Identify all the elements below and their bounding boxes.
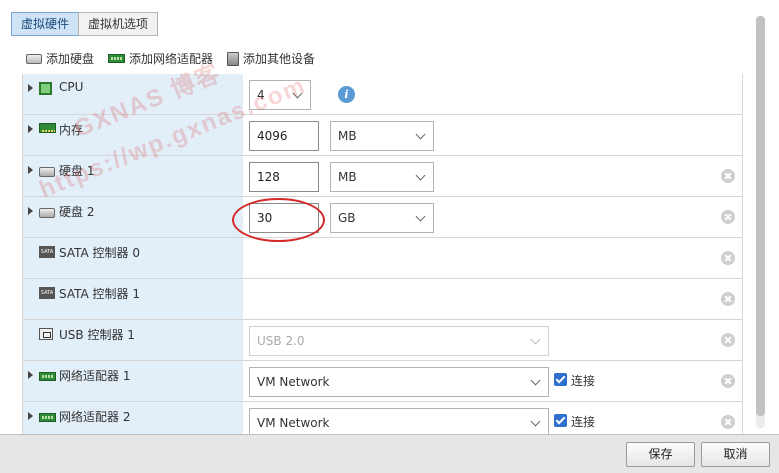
memory-label: 内存 xyxy=(59,123,84,137)
dialog-footer: 保存 取消 xyxy=(0,434,779,473)
remove-icon[interactable] xyxy=(721,251,735,265)
row-label-cell: 硬盘 1 xyxy=(23,156,243,196)
expand-arrow-icon[interactable] xyxy=(28,125,33,133)
disk-1-unit-value: MB xyxy=(338,170,357,184)
network-adapter-2-select[interactable]: VM Network xyxy=(249,408,549,434)
connect-label: 连接 xyxy=(571,415,596,429)
expand-arrow-icon[interactable] xyxy=(28,371,33,379)
chevron-down-icon xyxy=(530,334,541,345)
connect-checkbox[interactable] xyxy=(554,414,567,427)
disk-1-size-input[interactable]: 128 xyxy=(249,162,319,192)
row-label-cell: 内存 xyxy=(23,115,243,155)
chevron-down-icon xyxy=(530,416,541,427)
cpu-count-value: 4 xyxy=(257,88,265,102)
remove-icon[interactable] xyxy=(721,210,735,224)
cpu-icon xyxy=(39,82,52,95)
hardware-row-usb-1: USB 控制器 1 USB 2.0 xyxy=(23,320,742,361)
vertical-scrollbar[interactable] xyxy=(756,16,765,428)
row-label-cell: 网络适配器 1 xyxy=(23,361,243,401)
remove-icon[interactable] xyxy=(721,333,735,347)
network-adapter-2-label: 网络适配器 2 xyxy=(59,410,131,424)
row-label-cell: SATA SATA 控制器 0 xyxy=(23,238,243,278)
tab-virtual-hardware[interactable]: 虚拟硬件 xyxy=(11,12,80,36)
disk-1-label: 硬盘 1 xyxy=(59,164,95,178)
row-label-cell: 硬盘 2 xyxy=(23,197,243,237)
hardware-row-sata-0: SATA SATA 控制器 0 xyxy=(23,238,742,279)
cancel-button[interactable]: 取消 xyxy=(701,442,770,467)
usb-version-value: USB 2.0 xyxy=(257,334,305,348)
expand-arrow-icon[interactable] xyxy=(28,166,33,174)
row-label-cell: SATA SATA 控制器 1 xyxy=(23,279,243,319)
save-button[interactable]: 保存 xyxy=(626,442,695,467)
disk-2-unit-select[interactable]: GB xyxy=(330,203,434,233)
connect-checkbox[interactable] xyxy=(554,373,567,386)
row-label-cell: 网络适配器 2 xyxy=(23,402,243,434)
memory-unit-value: MB xyxy=(338,129,357,143)
add-network-adapter-button[interactable]: 添加网络适配器 xyxy=(108,50,213,67)
disk-2-size-input[interactable]: 30 xyxy=(249,203,319,233)
row-label-cell: USB 控制器 1 xyxy=(23,320,243,360)
connect-label: 连接 xyxy=(571,374,596,388)
device-icon xyxy=(227,51,240,66)
cpu-label: CPU xyxy=(59,80,84,94)
remove-icon[interactable] xyxy=(721,415,735,429)
info-icon[interactable]: i xyxy=(338,86,355,103)
add-disk-button[interactable]: 添加硬盘 xyxy=(26,50,94,67)
chevron-down-icon xyxy=(530,375,541,386)
hardware-row-cpu: CPU 4 i xyxy=(23,74,742,115)
hardware-row-network-adapter-1: 网络适配器 1 VM Network 连接 xyxy=(23,361,742,402)
toolbar: 添加硬盘 添加网络适配器 添加其他设备 xyxy=(26,50,315,67)
hardware-row-sata-1: SATA SATA 控制器 1 xyxy=(23,279,742,320)
hard-disk-icon xyxy=(39,167,55,177)
expand-arrow-icon[interactable] xyxy=(28,412,33,420)
usb-version-select: USB 2.0 xyxy=(249,326,549,356)
sata-0-label: SATA 控制器 0 xyxy=(59,246,140,260)
sata-1-label: SATA 控制器 1 xyxy=(59,287,140,301)
disk-1-unit-select[interactable]: MB xyxy=(330,162,434,192)
chevron-down-icon xyxy=(415,170,426,181)
tab-vm-options[interactable]: 虚拟机选项 xyxy=(78,12,159,36)
network-adapter-icon xyxy=(108,54,126,63)
hard-disk-icon xyxy=(26,53,42,64)
sata-controller-icon: SATA xyxy=(39,287,55,299)
remove-icon[interactable] xyxy=(721,169,735,183)
memory-unit-select[interactable]: MB xyxy=(330,121,434,151)
memory-size-input[interactable]: 4096 xyxy=(249,121,319,151)
hardware-row-disk-1: 硬盘 1 128 MB xyxy=(23,156,742,197)
network-adapter-1-label: 网络适配器 1 xyxy=(59,369,131,383)
remove-icon[interactable] xyxy=(721,374,735,388)
chevron-down-icon xyxy=(415,211,426,222)
add-network-adapter-label: 添加网络适配器 xyxy=(129,52,214,66)
add-other-device-button[interactable]: 添加其他设备 xyxy=(227,50,315,67)
network-adapter-1-select[interactable]: VM Network xyxy=(249,367,549,397)
hard-disk-icon xyxy=(39,208,55,218)
hardware-list: CPU 4 i 内存 4096 MB 硬盘 1 128 MB 硬盘 2 30 G… xyxy=(22,74,743,434)
network-adapter-2-value: VM Network xyxy=(257,416,330,430)
chevron-down-icon xyxy=(415,129,426,140)
usb-1-label: USB 控制器 1 xyxy=(59,328,135,342)
disk-2-unit-value: GB xyxy=(338,211,356,225)
cpu-count-select[interactable]: 4 xyxy=(249,80,311,110)
scrollbar-thumb[interactable] xyxy=(756,16,765,416)
memory-icon xyxy=(39,123,56,133)
chevron-down-icon xyxy=(292,88,303,99)
sata-controller-icon: SATA xyxy=(39,246,55,258)
tab-bar: 虚拟硬件 虚拟机选项 xyxy=(11,12,159,36)
network-adapter-icon xyxy=(39,413,56,422)
expand-arrow-icon[interactable] xyxy=(28,84,33,92)
network-adapter-1-value: VM Network xyxy=(257,375,330,389)
add-disk-label: 添加硬盘 xyxy=(46,52,95,66)
hardware-row-disk-2: 硬盘 2 30 GB xyxy=(23,197,742,238)
remove-icon[interactable] xyxy=(721,292,735,306)
expand-arrow-icon[interactable] xyxy=(28,207,33,215)
hardware-row-memory: 内存 4096 MB xyxy=(23,115,742,156)
network-adapter-icon xyxy=(39,372,56,381)
add-other-device-label: 添加其他设备 xyxy=(243,52,316,66)
row-label-cell: CPU xyxy=(23,74,243,114)
disk-2-label: 硬盘 2 xyxy=(59,205,95,219)
usb-controller-icon xyxy=(39,328,53,340)
hardware-row-network-adapter-2: 网络适配器 2 VM Network 连接 xyxy=(23,402,742,434)
